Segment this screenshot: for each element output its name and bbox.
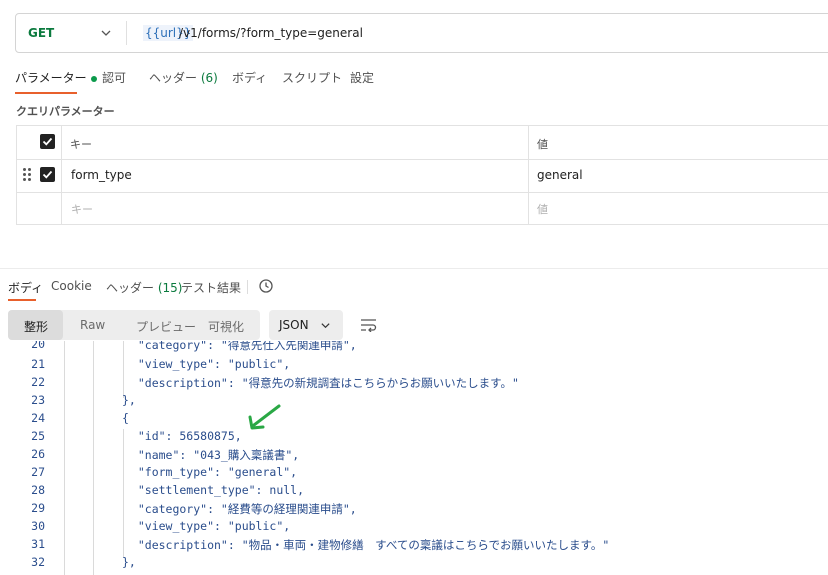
pane-divider[interactable] xyxy=(0,236,828,269)
view-preview-button[interactable]: プレビュー xyxy=(136,318,196,335)
drag-handle-icon[interactable] xyxy=(23,168,33,182)
code-line: 28 "settlement_type": null, xyxy=(31,483,305,497)
code-line: 20 "category": "得意先仕入先関連申請", xyxy=(31,341,357,352)
tab-auth[interactable]: 認可 xyxy=(102,69,126,86)
response-body-code[interactable]: 20 "category": "得意先仕入先関連申請", 21 "view_ty… xyxy=(0,341,828,575)
new-value-input[interactable]: 値 xyxy=(537,201,548,217)
tab-test-results[interactable]: テスト結果 xyxy=(181,279,241,296)
chevron-down-icon[interactable] xyxy=(100,27,112,39)
tab-scripts[interactable]: スクリプト xyxy=(282,69,342,86)
code-line: 29 "category": "経費等の経理関連申請", xyxy=(31,501,357,516)
url-bar[interactable]: GET {{url}} /v1/forms/?form_type=general xyxy=(15,13,828,53)
divider xyxy=(247,280,248,294)
code-line: 27 "form_type": "general", xyxy=(31,465,298,479)
format-select[interactable]: JSON xyxy=(269,310,343,340)
active-tab-underline xyxy=(8,299,36,301)
view-raw-button[interactable]: Raw xyxy=(80,318,105,332)
checkbox-checked-icon xyxy=(42,137,53,146)
tab-response-headers[interactable]: ヘッダー (15) xyxy=(106,279,182,296)
active-dot xyxy=(90,75,97,82)
query-params-title: クエリパラメーター xyxy=(16,105,115,118)
code-line: 22 "description": "得意先の新規調査はこちらからお願いいたしま… xyxy=(31,375,519,390)
col-header-value: 値 xyxy=(537,138,548,151)
view-visualize-button[interactable]: 可視化 xyxy=(208,318,244,335)
select-all-checkbox[interactable] xyxy=(40,134,55,149)
code-line: 25 "id": 56580875, xyxy=(31,429,242,443)
param-row-checkbox[interactable] xyxy=(40,167,55,182)
method-select[interactable]: GET xyxy=(28,26,54,40)
code-line: 31 "description": "物品・車両・建物修繕 すべての稟議はこちら… xyxy=(31,537,610,552)
history-icon[interactable] xyxy=(258,278,274,294)
param-value-cell[interactable]: general xyxy=(537,168,583,182)
checkbox-checked-icon xyxy=(42,170,53,179)
code-line: 23}, xyxy=(31,393,136,407)
view-pretty-button[interactable]: 整形 xyxy=(24,318,48,335)
divider xyxy=(126,21,127,45)
code-line: 26 "name": "043_購入稟議書", xyxy=(31,447,300,462)
code-line: 21 "view_type": "public", xyxy=(31,357,291,371)
params-table: キー 値 form_type general キー 値 xyxy=(16,125,828,225)
active-tab-underline xyxy=(15,92,77,94)
tab-response-body[interactable]: ボディ xyxy=(8,279,43,296)
code-line: 24{ xyxy=(31,411,129,425)
code-line: 32}, xyxy=(31,555,136,569)
tab-settings[interactable]: 設定 xyxy=(350,69,374,86)
tab-params[interactable]: パラメーター xyxy=(15,69,97,86)
tab-response-cookies[interactable]: Cookie xyxy=(51,279,92,293)
code-line: 30 "view_type": "public", xyxy=(31,519,291,533)
chevron-down-icon xyxy=(321,323,330,329)
tab-body[interactable]: ボディ xyxy=(232,69,267,86)
view-mode-group: 整形 Raw プレビュー 可視化 xyxy=(8,310,260,340)
new-key-input[interactable]: キー xyxy=(71,201,93,217)
col-header-key: キー xyxy=(70,138,92,151)
param-key-cell[interactable]: form_type xyxy=(71,168,132,182)
wrap-lines-icon[interactable] xyxy=(360,318,378,332)
tab-headers[interactable]: ヘッダー (6) xyxy=(149,69,218,86)
annotation-arrow-icon xyxy=(248,404,281,430)
url-path[interactable]: /v1/forms/?form_type=general xyxy=(179,26,363,40)
